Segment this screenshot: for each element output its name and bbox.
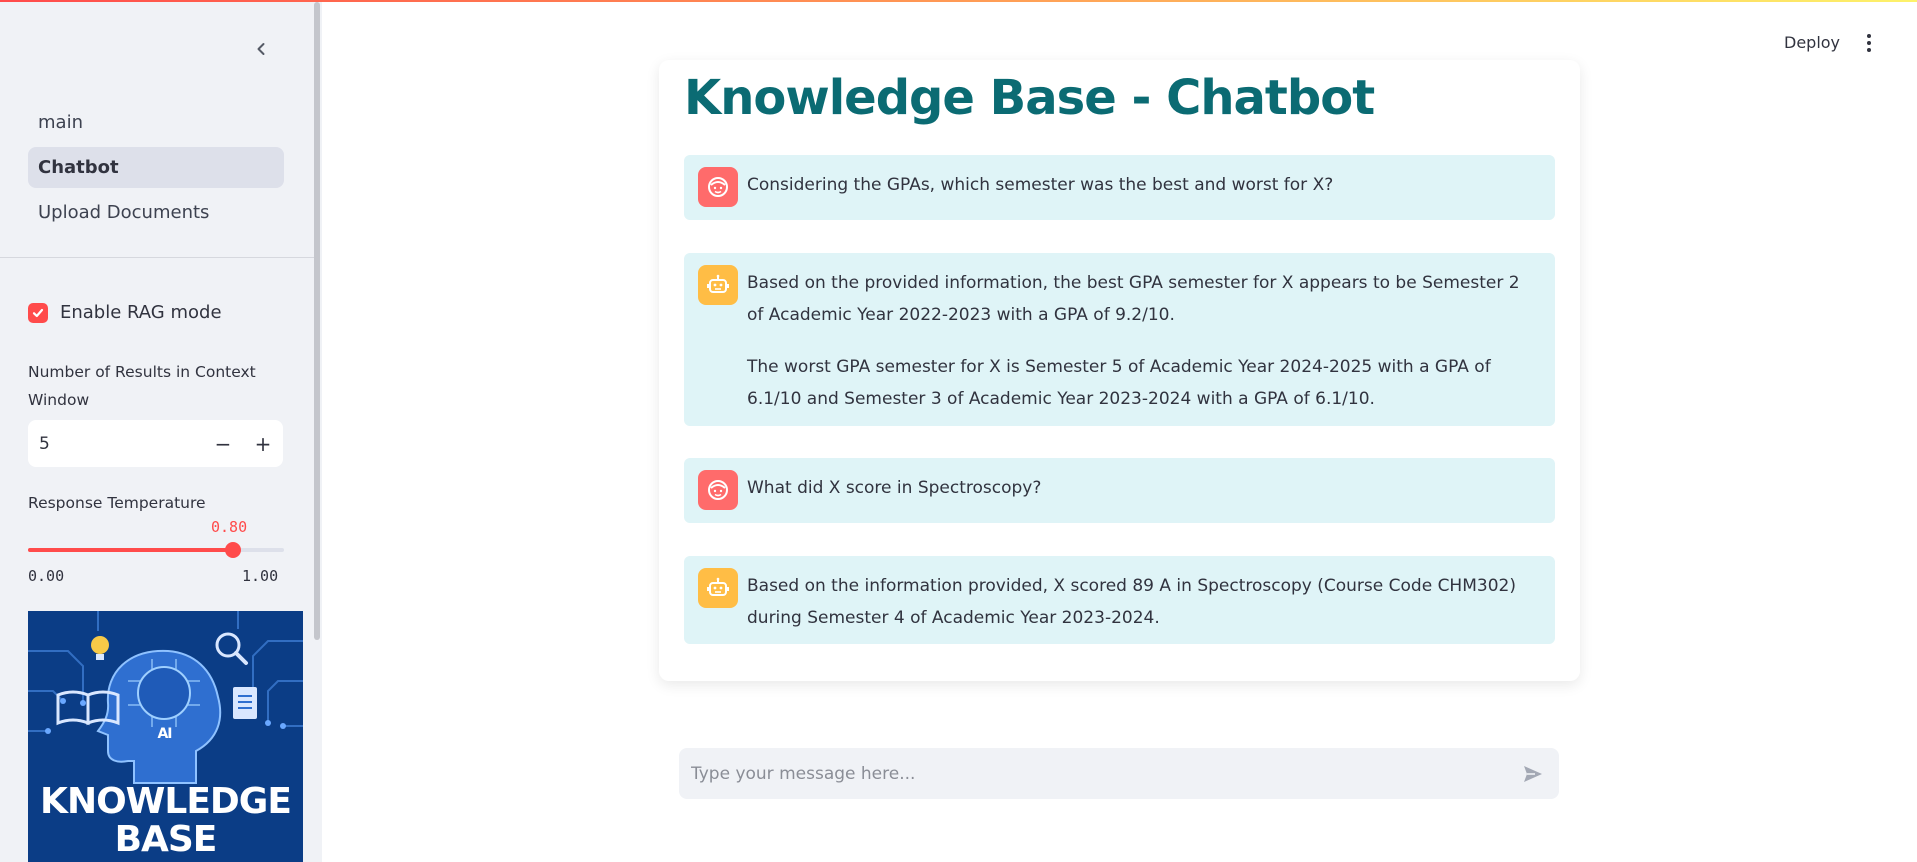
send-icon — [1524, 765, 1542, 782]
nav-divider — [0, 257, 314, 258]
message-text: What did X score in Spectroscopy? — [747, 478, 1042, 498]
chat-card: Knowledge Base - Chatbot Considering the… — [659, 60, 1580, 681]
chat-message-input[interactable] — [679, 748, 1507, 799]
chat-message-assistant: Based on the information provided, X sco… — [684, 556, 1555, 644]
ai-badge: AI — [157, 726, 172, 742]
context-results-label: Number of Results in Context Window — [28, 363, 256, 409]
increment-button[interactable]: + — [243, 420, 283, 467]
deploy-button[interactable]: Deploy — [1784, 33, 1840, 52]
user-avatar-icon — [698, 470, 738, 510]
chat-message-user: Considering the GPAs, which semester was… — [684, 155, 1555, 220]
chat-input-bar — [679, 748, 1559, 799]
sidebar: main Chatbot Upload Documents Enable RAG… — [0, 0, 322, 862]
knowledge-text: KNOWLEDGE — [40, 781, 292, 822]
context-results-stepper: 5 − + — [28, 420, 283, 467]
rag-mode-label: Enable RAG mode — [60, 302, 222, 323]
chat-message-user: What did X score in Spectroscopy? — [684, 458, 1555, 523]
message-text: Based on the information provided, X sco… — [747, 576, 1516, 628]
message-text: The worst GPA semester for X is Semester… — [747, 357, 1491, 409]
nav-item-upload-documents[interactable]: Upload Documents — [28, 192, 284, 233]
chevron-left-icon — [257, 43, 265, 55]
knowledge-base-logo: AI KNOWLEDGE BASE — [28, 611, 303, 862]
temperature-slider[interactable] — [28, 542, 284, 558]
more-options-icon[interactable] — [1862, 30, 1876, 56]
slider-thumb[interactable] — [224, 542, 241, 558]
bot-avatar-icon — [698, 568, 738, 608]
slider-min-label: 0.00 — [28, 567, 65, 585]
decrement-button[interactable]: − — [203, 420, 243, 467]
context-results-input[interactable]: 5 — [28, 434, 203, 454]
base-text: BASE — [114, 819, 218, 860]
collapse-sidebar-button[interactable] — [248, 36, 274, 62]
top-gradient-bar — [0, 0, 1917, 2]
page-nav: main Chatbot Upload Documents — [28, 102, 284, 237]
rag-mode-checkbox[interactable]: Enable RAG mode — [28, 302, 222, 323]
nav-item-main[interactable]: main — [28, 102, 284, 143]
sidebar-scrollbar[interactable] — [314, 2, 320, 640]
slider-max-label: 1.00 — [242, 567, 279, 585]
temperature-value: 0.80 — [211, 518, 248, 536]
temperature-label: Response Temperature — [28, 494, 206, 512]
checkbox-checked-icon[interactable] — [28, 302, 48, 323]
message-text: Considering the GPAs, which semester was… — [747, 175, 1334, 195]
chat-message-assistant: Based on the provided information, the b… — [684, 253, 1555, 426]
page-title: Knowledge Base - Chatbot — [684, 70, 1375, 126]
send-button[interactable] — [1507, 748, 1559, 799]
message-text: Based on the provided information, the b… — [747, 273, 1520, 325]
slider-fill — [28, 548, 233, 552]
user-avatar-icon — [698, 167, 738, 207]
nav-item-chatbot[interactable]: Chatbot — [28, 147, 284, 188]
bot-avatar-icon — [698, 265, 738, 305]
